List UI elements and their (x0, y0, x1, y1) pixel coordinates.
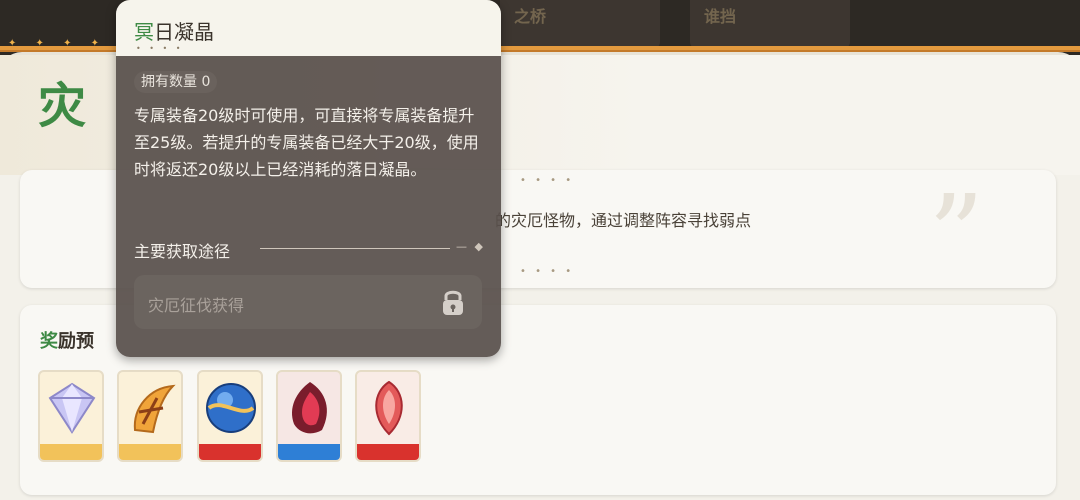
source-label: 主要获取途径 (134, 242, 231, 261)
rarity-bar (278, 444, 340, 460)
reward-preview-title: 奖励预 (40, 327, 94, 353)
decorative-dots: ✦ ✦ ✦ ✦ (8, 38, 108, 49)
item-tooltip: 冥日凝晶 • • • • 拥有数量 0 专属装备20级时可使用，可直接将专属装备… (116, 0, 501, 357)
rarity-bar (40, 444, 102, 460)
item-description: 专属装备20级时可使用，可直接将专属装备提升至25级。若提升的专属装备已经大于2… (134, 106, 479, 179)
top-tab-1-label: 之桥 (514, 7, 547, 26)
reward-item-5[interactable] (355, 370, 421, 462)
lock-icon (443, 290, 463, 315)
decorative-dots: • • • • (520, 175, 575, 186)
divider (260, 248, 450, 249)
reward-title-rest: 励预 (58, 331, 94, 352)
reward-item-3[interactable] (197, 370, 263, 462)
item-name-accent: 冥 (134, 20, 154, 44)
rarity-bar (199, 444, 261, 460)
boss-description-text: 的灾厄怪物，通过调整阵容寻找弱点 (495, 211, 752, 230)
reward-item-2[interactable] (117, 370, 183, 462)
red-crystal-flame-icon (291, 382, 327, 434)
boss-description: 的灾厄怪物，通过调整阵容寻找弱点 (495, 207, 751, 231)
quote-mark-icon: ” (928, 171, 985, 299)
item-name-rest: 日凝晶 (154, 20, 214, 44)
panel-title: 灾 (38, 78, 87, 134)
orange-horn-icon (133, 384, 176, 434)
owned-count-badge: 拥有数量 0 (134, 71, 218, 93)
source-button[interactable]: 灾厄征伐获得 (134, 275, 482, 329)
tooltip-header: 冥日凝晶 • • • • (116, 0, 501, 56)
rarity-bar (119, 444, 181, 460)
source-button-label: 灾厄征伐获得 (148, 296, 245, 315)
blue-orb-icon (206, 383, 256, 433)
divider-tail: — ◆ (456, 240, 485, 253)
reward-item-4[interactable] (276, 370, 342, 462)
rarity-bar (357, 444, 419, 460)
top-tab-2-label: 谁挡 (704, 7, 737, 26)
diamond-crystal-icon (48, 382, 96, 434)
item-name: 冥日凝晶 (134, 16, 214, 45)
decorative-dots: • • • • (520, 266, 575, 277)
decorative-dots: • • • • (136, 44, 184, 53)
reward-item-1[interactable] (38, 370, 104, 462)
red-gem-icon (375, 380, 403, 436)
reward-title-accent: 奖 (40, 331, 58, 352)
